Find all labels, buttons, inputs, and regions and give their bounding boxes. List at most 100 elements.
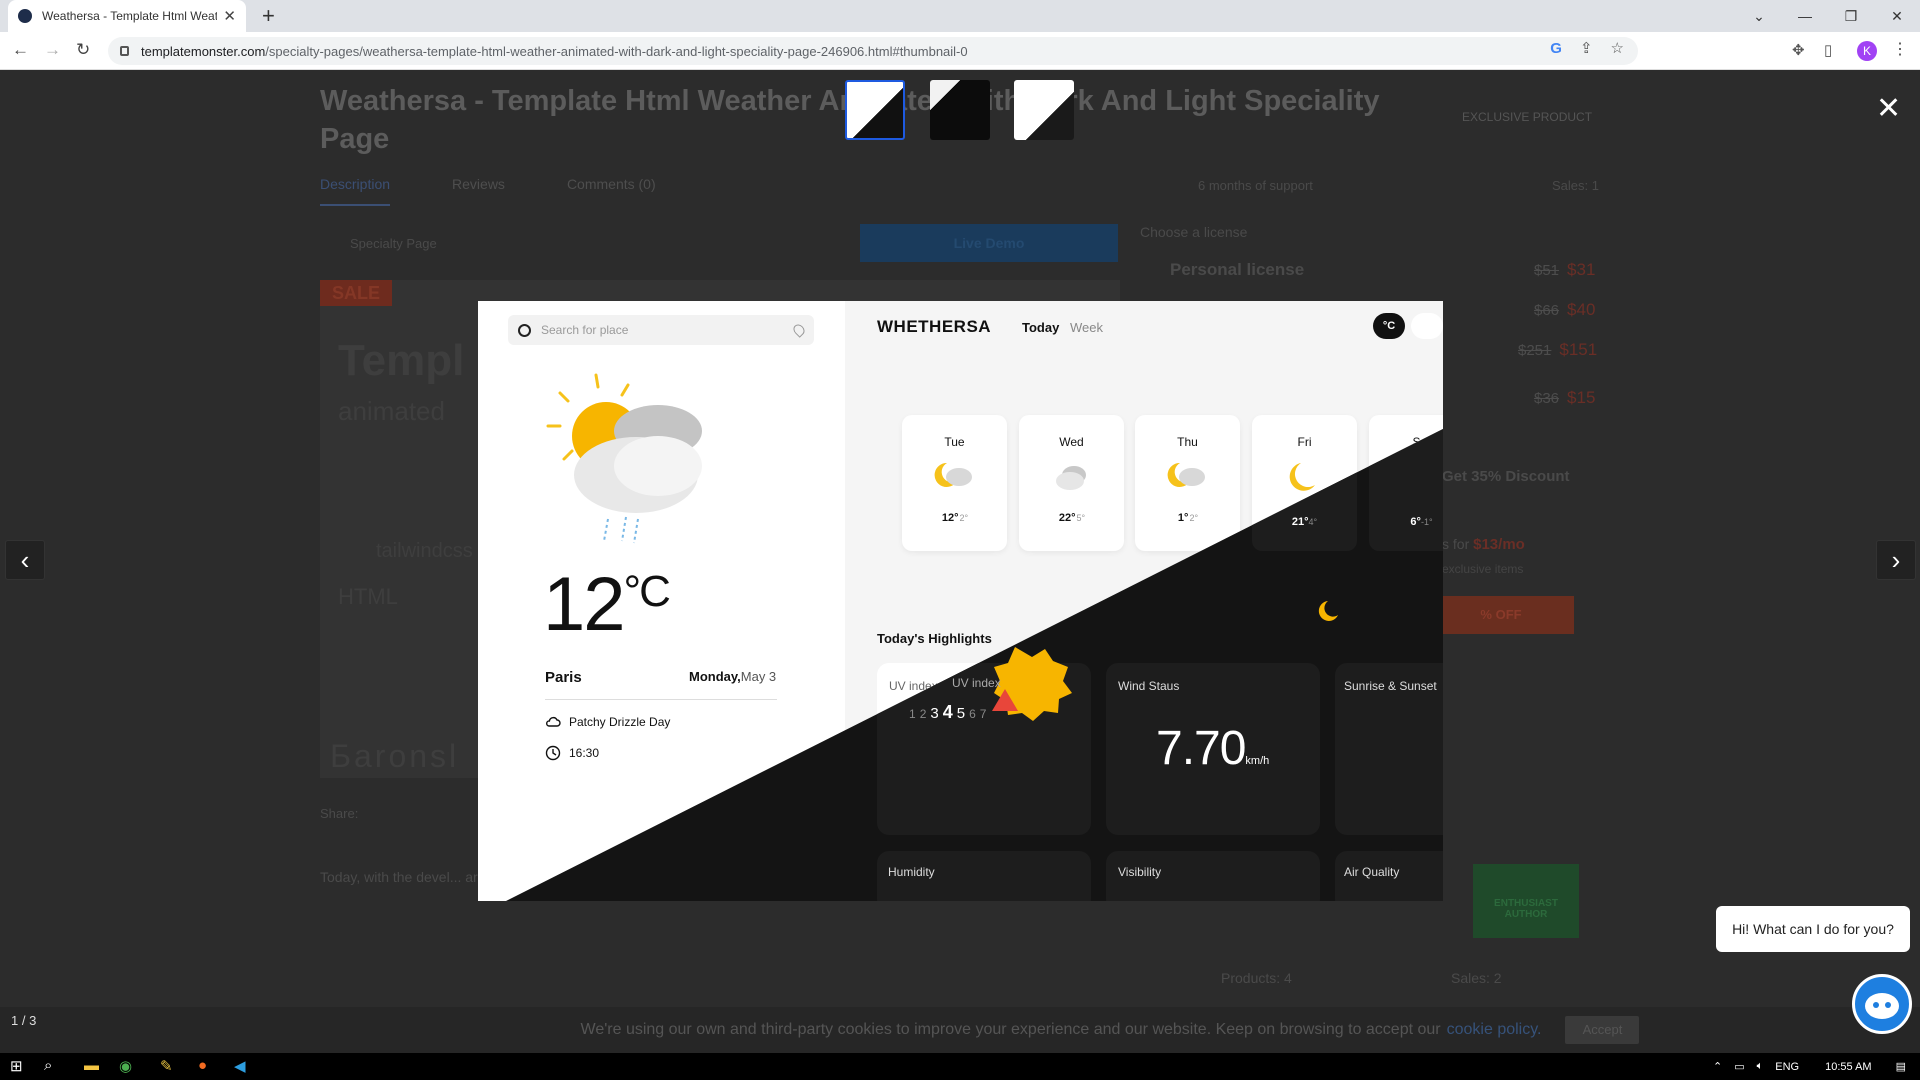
url-path: /specialty-pages/weathersa-template-html…: [265, 43, 968, 59]
close-lightbox-icon[interactable]: ✕: [1876, 94, 1901, 124]
forecast-card[interactable]: Wed 22°5°: [1019, 415, 1124, 551]
app-logo: WHETHERSA: [877, 317, 992, 336]
preview-text: Templ: [338, 336, 465, 385]
sunset-delta: +2: [1377, 781, 1389, 792]
sunset-time: 0: [1377, 767, 1383, 778]
uv-scale: 1234567: [945, 781, 1023, 801]
notifications-icon[interactable]: ▤: [1896, 1060, 1906, 1073]
wind-speed: 7.70km/h: [1156, 726, 1266, 778]
cloud-icon: [1404, 464, 1435, 489]
weather-left-panel: Search for place 12°C Paris Monday,May 3…: [478, 301, 845, 901]
tab-comments[interactable]: Comments (0): [567, 176, 656, 206]
tab-search-icon[interactable]: ⌄: [1736, 8, 1782, 25]
category-label: Specialty Page: [350, 236, 437, 251]
tab-reviews[interactable]: Reviews: [452, 176, 505, 206]
support-text: 6 months of support: [1198, 178, 1313, 193]
uv-index-card: UV index UV 1234567: [877, 663, 1091, 835]
tab-week[interactable]: Week: [1070, 320, 1103, 335]
sunrise-icon: [1352, 720, 1364, 732]
clock-icon: [545, 745, 561, 761]
share-label: Share:: [320, 806, 359, 821]
moon-icon: [1289, 463, 1315, 491]
preview-text: tailwindcss: [376, 540, 473, 562]
lock-icon: [120, 46, 129, 56]
restore-button[interactable]: ❐: [1828, 8, 1874, 25]
browser-menu-icon[interactable]: ⋮: [1892, 39, 1908, 59]
app-icon[interactable]: ✎: [160, 1057, 173, 1075]
tab-close-icon[interactable]: ✕: [223, 7, 236, 25]
bot-face-icon: [1865, 993, 1899, 1019]
chat-bubble[interactable]: Hi! What can I do for you?: [1716, 906, 1910, 952]
author-products: Products: 4: [1221, 970, 1292, 986]
app-icon[interactable]: ●: [198, 1057, 207, 1074]
forecast-card[interactable]: Tue 12°2°: [902, 415, 1007, 551]
new-tab-button[interactable]: +: [262, 4, 275, 28]
highlights-title: Today's Highlights: [877, 631, 992, 646]
side-panel-icon[interactable]: ▯: [1824, 41, 1832, 59]
sunrise-time: 0: [1377, 717, 1383, 728]
back-button[interactable]: ←: [12, 40, 29, 60]
url-host: templatemonster.com: [141, 43, 266, 59]
forecast-card[interactable]: Thu 1°2°: [1135, 415, 1240, 551]
start-button[interactable]: ⊞: [10, 1057, 23, 1075]
cookie-policy-link[interactable]: cookie policy.: [1447, 1021, 1542, 1039]
gallery-thumbnail[interactable]: [845, 80, 905, 140]
extensions-icon[interactable]: ✥: [1792, 41, 1805, 59]
address-bar-row: ← → ↻ templatemonster.com/specialty-page…: [0, 32, 1920, 70]
sunrise-delta: -1: [1377, 731, 1386, 742]
chrome-icon[interactable]: ◉: [119, 1057, 132, 1075]
preview-text: HTML: [338, 584, 398, 609]
gallery-thumbnail[interactable]: [930, 80, 990, 140]
moon-icon: [1350, 768, 1365, 784]
forward-button[interactable]: →: [44, 40, 61, 60]
close-window-button[interactable]: ✕: [1874, 8, 1920, 25]
fahrenheit-toggle[interactable]: [1411, 313, 1443, 339]
tray-chevron-icon[interactable]: ⌃: [1713, 1060, 1722, 1073]
subscription-text: s for $13/mo: [1442, 536, 1525, 553]
previous-image-button[interactable]: ‹: [5, 540, 45, 580]
current-temperature: 12°C: [543, 562, 671, 647]
accept-cookies-button[interactable]: Accept: [1565, 1016, 1640, 1044]
live-demo-button[interactable]: Live Demo: [860, 224, 1118, 262]
gallery-thumbnail[interactable]: [1014, 80, 1074, 140]
vscode-icon[interactable]: ◀: [234, 1057, 246, 1075]
lightbox-image: Search for place 12°C Paris Monday,May 3…: [478, 301, 1443, 901]
search-input[interactable]: Search for place: [508, 315, 814, 345]
volume-icon[interactable]: 🔈︎: [1757, 1060, 1764, 1073]
preview-text: Бaronsl: [330, 738, 460, 774]
system-tray: ⌃ ▭ 🔈︎ ENG 10:55 AM ▤: [1713, 1053, 1920, 1080]
sales-count: Sales: 1: [1552, 178, 1599, 193]
url-field[interactable]: templatemonster.com/specialty-pages/weat…: [108, 37, 1638, 65]
network-icon[interactable]: ▭: [1734, 1060, 1744, 1073]
cookie-text: We're using our own and third-party cook…: [580, 1021, 1441, 1038]
next-image-button[interactable]: ›: [1876, 540, 1916, 580]
preview-text: animated: [338, 396, 445, 426]
search-icon[interactable]: ⌕: [44, 1057, 52, 1074]
clock[interactable]: 10:55 AM: [1825, 1061, 1871, 1073]
google-icon[interactable]: G: [1550, 40, 1562, 57]
bookmark-star-icon[interactable]: ☆: [1611, 39, 1624, 57]
forecast-card[interactable]: Sat 6°-1°: [1369, 415, 1443, 551]
discount-button[interactable]: % OFF: [1428, 596, 1574, 634]
cloud-icon: [546, 716, 561, 727]
celsius-toggle[interactable]: °C: [1373, 313, 1405, 339]
language-indicator[interactable]: ENG: [1775, 1061, 1799, 1073]
forecast-card[interactable]: Fri 21°4°: [1252, 415, 1357, 551]
uv-badge-label: UV: [971, 728, 995, 747]
reload-button[interactable]: ↻: [76, 40, 90, 60]
file-explorer-icon[interactable]: ▬: [84, 1057, 99, 1074]
share-icon[interactable]: ⇪: [1580, 39, 1593, 57]
tab-today[interactable]: Today: [1022, 320, 1059, 335]
air-quality-card: Air Quality: [1335, 851, 1443, 901]
profile-avatar[interactable]: K: [1857, 41, 1877, 61]
browser-tab[interactable]: Weathersa - Template Html Weat ✕: [8, 0, 246, 32]
night-cloud-icon: [1167, 462, 1205, 487]
tab-description[interactable]: Description: [320, 176, 391, 206]
license-option[interactable]: Personal license: [1170, 260, 1304, 280]
minimize-button[interactable]: —: [1782, 8, 1828, 24]
site-favicon-icon: [18, 9, 32, 23]
weather-main-panel: WHETHERSA Today Week °C Tue 12°2° Wed 22…: [845, 301, 1443, 901]
chat-bot-button[interactable]: [1852, 974, 1912, 1034]
sale-badge: SALE: [320, 280, 392, 306]
city-name: Paris: [545, 669, 582, 686]
